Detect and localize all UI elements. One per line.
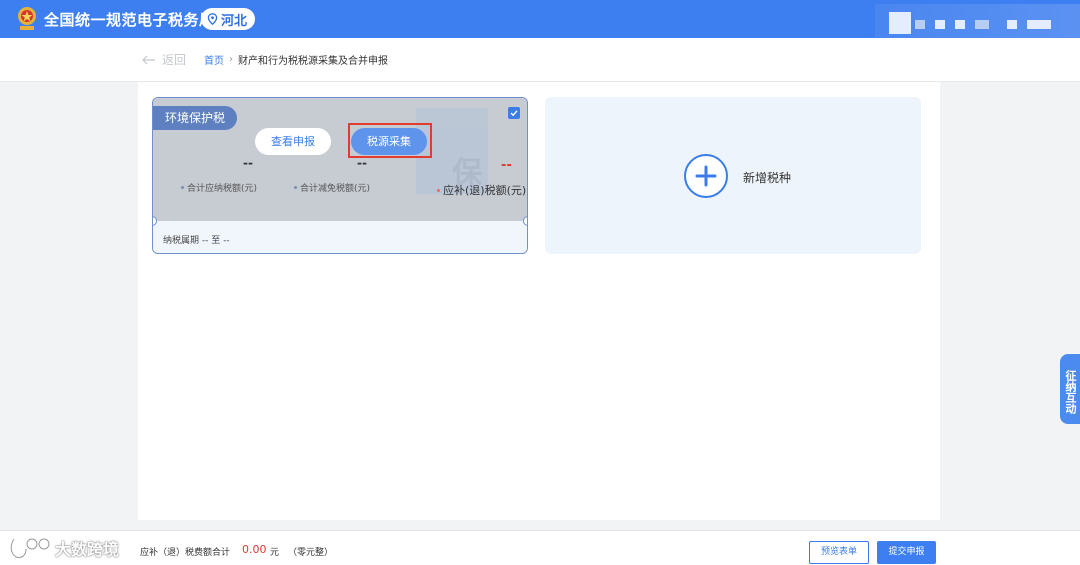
arrow-left-icon <box>142 55 155 64</box>
card-notch-right <box>523 216 527 226</box>
breadcrumb: 首页 › 财产和行为税税源采集及合并申报 <box>204 52 388 67</box>
tax-card-summary: 保 环境保护税 查看申报 税源采集 -- 合计应纳税额(元) -- 合计减免税额… <box>153 98 527 221</box>
tax-card-checkbox[interactable] <box>508 107 520 119</box>
tax-period-to: 至 <box>211 236 221 246</box>
back-button[interactable]: 返回 <box>142 51 186 68</box>
total-amount-words: （零元整） <box>288 548 334 558</box>
blurred-text <box>1027 20 1051 29</box>
location-pin-icon <box>207 13 218 25</box>
blurred-text <box>915 20 925 29</box>
blurred-text <box>1007 20 1017 29</box>
blurred-text <box>955 20 965 29</box>
tax-period-start: -- <box>201 236 209 246</box>
back-label: 返回 <box>162 53 187 67</box>
brand-watermark: 大数跨境 <box>8 535 119 561</box>
tax-type-tag: 环境保护税 <box>153 106 238 130</box>
add-tax-type-label: 新增税种 <box>743 171 792 185</box>
user-avatar-blurred <box>889 12 911 34</box>
tax-type-card[interactable]: 保 环境保护税 查看申报 税源采集 -- 合计应纳税额(元) -- 合计减免税额… <box>152 97 528 254</box>
total-payable-label: 合计应纳税额(元) <box>181 181 257 194</box>
preview-form-button[interactable]: 预览表单 <box>809 541 869 564</box>
breadcrumb-home-link[interactable]: 首页 <box>204 52 224 67</box>
tax-period: 纳税属期 -- 至 -- <box>163 233 230 246</box>
breadcrumb-separator: › <box>229 54 233 65</box>
user-info-area[interactable] <box>875 4 1080 42</box>
top-header: 全国统一规范电子税务局 河北 <box>0 0 1080 42</box>
bullet-dot <box>294 186 297 189</box>
total-payable-value: -- <box>243 156 253 170</box>
brand-name: 大数跨境 <box>55 540 120 559</box>
bullet-dot <box>437 188 440 192</box>
checkmark-icon <box>510 110 518 117</box>
bullet-dot <box>181 186 184 189</box>
add-tax-type-button[interactable] <box>684 154 728 198</box>
total-amount-unit: 元 <box>270 548 280 558</box>
tax-period-end: -- <box>223 236 230 246</box>
total-amount-value: 0.00 <box>242 543 267 556</box>
stat-label-text: 应补(退)税额(元) <box>443 184 527 197</box>
total-reduction-label: 合计减免税额(元) <box>294 181 370 194</box>
footer-bar: 大数跨境 应补（退）税费额合计 0.00 元 （零元整） 预览表单 提交申报 <box>0 530 1080 565</box>
app-title: 全国统一规范电子税务局 <box>44 11 215 29</box>
stat-label-text: 合计减免税额(元) <box>300 184 371 194</box>
add-tax-type-card[interactable]: 新增税种 <box>545 97 921 254</box>
tax-due-label: 应补(退)税额(元) <box>437 182 526 198</box>
region-selector[interactable]: 河北 <box>201 8 256 30</box>
total-amount-label: 应补（退）税费额合计 <box>140 548 231 558</box>
plus-icon <box>695 165 717 187</box>
blurred-text <box>935 20 945 29</box>
tax-period-label: 纳税属期 <box>163 236 200 246</box>
tax-due-value: -- <box>501 158 512 173</box>
submit-declaration-button[interactable]: 提交申报 <box>877 541 936 564</box>
region-label: 河北 <box>221 13 248 29</box>
tax-emblem-icon <box>18 7 36 30</box>
tax-period-row: 纳税属期 -- 至 -- <box>153 221 527 253</box>
breadcrumb-bar: 返回 首页 › 财产和行为税税源采集及合并申报 <box>0 38 1080 82</box>
highlight-box <box>348 123 432 158</box>
total-reduction-value: -- <box>357 156 367 170</box>
blurred-text <box>975 20 989 29</box>
breadcrumb-current: 财产和行为税税源采集及合并申报 <box>238 56 388 67</box>
brand-logo-icon <box>9 537 51 559</box>
stat-label-text: 合计应纳税额(元) <box>187 184 258 194</box>
interaction-side-tab[interactable]: 征纳互动 <box>1060 354 1080 424</box>
view-declaration-button[interactable]: 查看申报 <box>255 128 331 155</box>
